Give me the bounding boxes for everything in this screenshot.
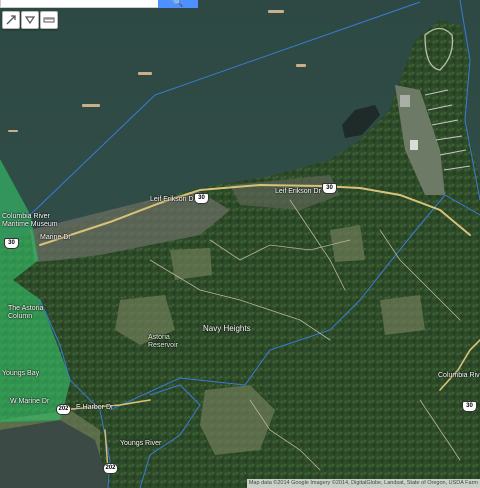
- navy-heights-label: Navy Heights: [203, 324, 251, 333]
- route-30-shield-2: 30: [322, 183, 337, 194]
- satellite-map[interactable]: [0, 0, 480, 488]
- pin-icon: [6, 15, 16, 25]
- industrial-building: [410, 140, 418, 150]
- youngs-bay-label: Youngs Bay: [2, 370, 40, 377]
- ruler-tool-button[interactable]: [40, 11, 58, 29]
- industrial-building-2: [400, 95, 410, 107]
- search-button[interactable]: 🔍: [158, 0, 198, 8]
- e-harbor-dr-label: E Harbor Dr: [76, 404, 114, 411]
- shape-tool-button[interactable]: [21, 11, 39, 29]
- leif-erikson-dr-label-east: Leif Erikson Dr: [275, 188, 321, 195]
- route-202-shield: 202: [56, 404, 71, 415]
- map-attribution[interactable]: Map data ©2014 Google Imagery ©2014, Dig…: [246, 479, 480, 488]
- shape-icon: [24, 16, 36, 25]
- route-30-shield-4: 30: [4, 238, 19, 249]
- ruler-icon: [43, 17, 55, 23]
- route-30-shield: 30: [194, 193, 209, 204]
- pin-tool-button[interactable]: [2, 11, 20, 29]
- astoria-reservoir-label[interactable]: Astoria Reservoir: [148, 334, 178, 350]
- astoria-column-label[interactable]: The Astoria Column: [8, 305, 43, 321]
- columbia-river-hwy-label: Columbia River Hwy: [438, 372, 480, 379]
- marine-dr-label: Marine Dr: [40, 234, 71, 241]
- route-30-shield-3: 30: [462, 401, 477, 412]
- maritime-museum-label[interactable]: Columbia River Maritime Museum: [2, 213, 58, 229]
- w-marine-dr-label: W Marine Dr: [10, 398, 50, 405]
- search-icon: 🔍: [172, 0, 184, 7]
- youngs-river-label: Youngs River: [120, 440, 162, 447]
- search-input[interactable]: [0, 0, 160, 8]
- route-202-shield-2: 202: [103, 463, 118, 474]
- leif-erikson-dr-label-west: Leif Erikson Dr: [150, 196, 196, 203]
